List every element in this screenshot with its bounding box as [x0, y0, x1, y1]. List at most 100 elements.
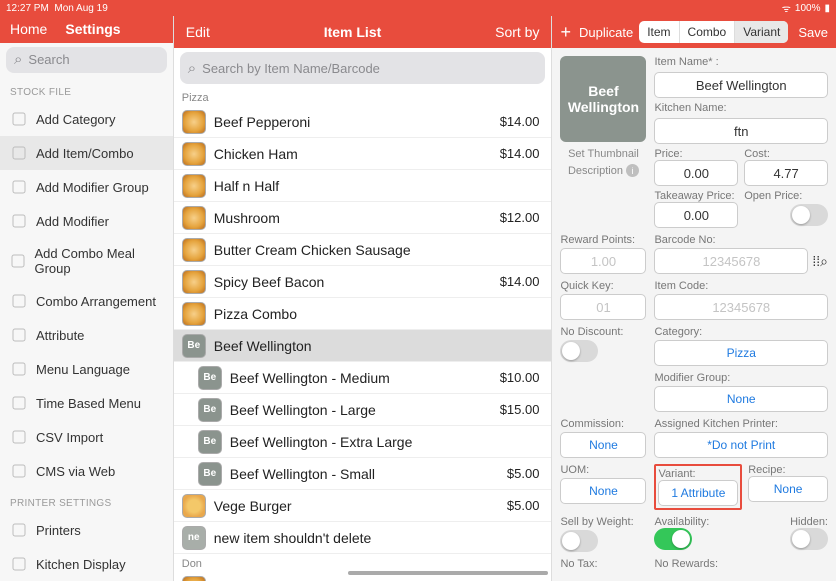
item-name: Vege Burger: [214, 498, 499, 514]
sidebar-icon: [10, 555, 28, 573]
sidebar-search[interactable]: Search: [6, 47, 167, 74]
openprice-toggle[interactable]: [790, 204, 828, 226]
edit-button[interactable]: Edit: [186, 24, 210, 40]
item-row[interactable]: Mushroom$12.00: [174, 202, 552, 234]
price-input[interactable]: 0.00: [654, 160, 738, 186]
seg-variant[interactable]: Variant: [735, 21, 788, 43]
set-thumbnail-button[interactable]: Set Thumbnail: [560, 148, 646, 160]
item-search[interactable]: Search by Item Name/Barcode: [180, 52, 546, 84]
item-name: Mushroom: [214, 210, 492, 226]
cost-input[interactable]: 4.77: [744, 160, 828, 186]
plus-icon[interactable]: +: [560, 22, 571, 43]
save-button[interactable]: Save: [798, 25, 828, 40]
status-date: Mon Aug 19: [54, 3, 107, 14]
item-row[interactable]: Spicy Beef Bacon$14.00: [174, 266, 552, 298]
sidebar-item[interactable]: Combo Arrangement: [0, 284, 173, 318]
sidebar-icon: [10, 521, 28, 539]
item-row[interactable]: Butter Cream Chicken Sausage: [174, 234, 552, 266]
hidden-toggle[interactable]: [790, 528, 828, 550]
sidebar-icon: [10, 252, 26, 270]
item-row[interactable]: Beef Pepperoni$14.00: [174, 106, 552, 138]
item-row[interactable]: Pizza Combo: [174, 298, 552, 330]
seg-combo[interactable]: Combo: [680, 21, 736, 43]
nodiscount-toggle[interactable]: [560, 340, 598, 362]
quickkey-input[interactable]: 01: [560, 294, 646, 320]
sidebar-item-label: Printers: [36, 523, 81, 538]
sidebar-item-label: Attribute: [36, 328, 84, 343]
item-price: $5.00: [507, 498, 540, 513]
battery-icon: ▮: [824, 3, 830, 14]
description-button[interactable]: Description i: [560, 164, 646, 177]
seg-item[interactable]: Item: [639, 21, 679, 43]
category-label: Category:: [654, 326, 828, 338]
item-name-input[interactable]: Beef Wellington: [654, 72, 828, 98]
home-button[interactable]: Home: [10, 21, 47, 37]
sidebar-item[interactable]: CSV Import: [0, 420, 173, 454]
category-select[interactable]: Pizza: [654, 340, 828, 366]
item-row[interactable]: Half n Half: [174, 170, 552, 202]
uom-label: UOM:: [560, 464, 646, 476]
commission-select[interactable]: None: [560, 432, 646, 458]
item-price: $10.00: [500, 370, 540, 385]
group-don: Don: [174, 554, 552, 572]
item-row[interactable]: BeBeef Wellington - Extra Large: [174, 426, 552, 458]
sidebar-item[interactable]: Add Modifier: [0, 204, 173, 238]
reward-input[interactable]: 1.00: [560, 248, 646, 274]
sidebar-item-label: Add Combo Meal Group: [34, 246, 162, 276]
item-thumb: ne: [182, 526, 206, 550]
sidebar-item[interactable]: Kitchen Display: [0, 547, 173, 581]
sidebar-icon: [10, 292, 28, 310]
battery-text: 100%: [795, 3, 821, 14]
sidebar-item[interactable]: Add Item/Combo: [0, 136, 173, 170]
barcode-input[interactable]: 12345678: [654, 248, 808, 274]
status-bar: 12:27 PM Mon Aug 19 ᯤ 100% ▮: [0, 0, 836, 16]
uom-select[interactable]: None: [560, 478, 646, 504]
item-thumb: [182, 576, 206, 581]
item-row[interactable]: nenew item shouldn't delete: [174, 522, 552, 554]
quickkey-label: Quick Key:: [560, 280, 646, 292]
sidebar: Home Settings Search STOCK FILE Add Cate…: [0, 0, 174, 581]
itemcode-input[interactable]: 12345678: [654, 294, 828, 320]
sidebar-item[interactable]: Add Modifier Group: [0, 170, 173, 204]
item-price: $14.00: [500, 146, 540, 161]
sidebar-icon: [10, 110, 28, 128]
item-row[interactable]: Vege Burger $5.00: [174, 490, 552, 522]
item-row[interactable]: BeBeef Wellington - Medium$10.00: [174, 362, 552, 394]
duplicate-button[interactable]: Duplicate: [579, 25, 633, 40]
item-name: Butter Cream Chicken Sausage: [214, 242, 532, 258]
takeaway-input[interactable]: 0.00: [654, 202, 738, 228]
sidebar-icon: [10, 394, 28, 412]
sidebar-item[interactable]: Add Combo Meal Group: [0, 238, 173, 284]
item-row[interactable]: BeBeef Wellington - Small$5.00: [174, 458, 552, 490]
sidebar-item[interactable]: Time Based Menu: [0, 386, 173, 420]
barcode-label: Barcode No:: [654, 234, 828, 246]
sidebar-item[interactable]: Attribute: [0, 318, 173, 352]
item-row[interactable]: BeBeef Wellington - Large$15.00: [174, 394, 552, 426]
section-stock-file: STOCK FILE: [0, 77, 173, 102]
item-name: Half n Half: [214, 178, 532, 194]
item-type-segment[interactable]: Item Combo Variant: [639, 21, 788, 43]
kitchen-name-input[interactable]: ftn: [654, 118, 828, 144]
availability-toggle[interactable]: [654, 528, 692, 550]
recipe-label: Recipe:: [748, 464, 828, 476]
variant-label: Variant:: [658, 468, 738, 480]
printer-select[interactable]: *Do not Print: [654, 432, 828, 458]
sidebar-item[interactable]: Add Category: [0, 102, 173, 136]
price-label: Price:: [654, 148, 738, 160]
recipe-select[interactable]: None: [748, 476, 828, 502]
item-thumb: [182, 110, 206, 134]
sidebar-item-label: Add Item/Combo: [36, 146, 134, 161]
barcode-scan-icon[interactable]: ⁞⁞⌕: [812, 253, 828, 270]
sidebar-item[interactable]: CMS via Web: [0, 454, 173, 488]
sidebar-item[interactable]: Menu Language: [0, 352, 173, 386]
modgroup-select[interactable]: None: [654, 386, 828, 412]
item-thumbnail[interactable]: Beef Wellington: [560, 56, 646, 142]
sidebar-item[interactable]: Printers: [0, 513, 173, 547]
item-name: Beef Wellington - Large: [230, 402, 492, 418]
sellweight-toggle[interactable]: [560, 530, 598, 552]
item-name: Beef Pepperoni: [214, 114, 492, 130]
item-row[interactable]: Chicken Ham$14.00: [174, 138, 552, 170]
sort-button[interactable]: Sort by: [495, 24, 539, 40]
item-row[interactable]: BeBeef Wellington: [174, 330, 552, 362]
variant-select[interactable]: 1 Attribute: [658, 480, 738, 506]
